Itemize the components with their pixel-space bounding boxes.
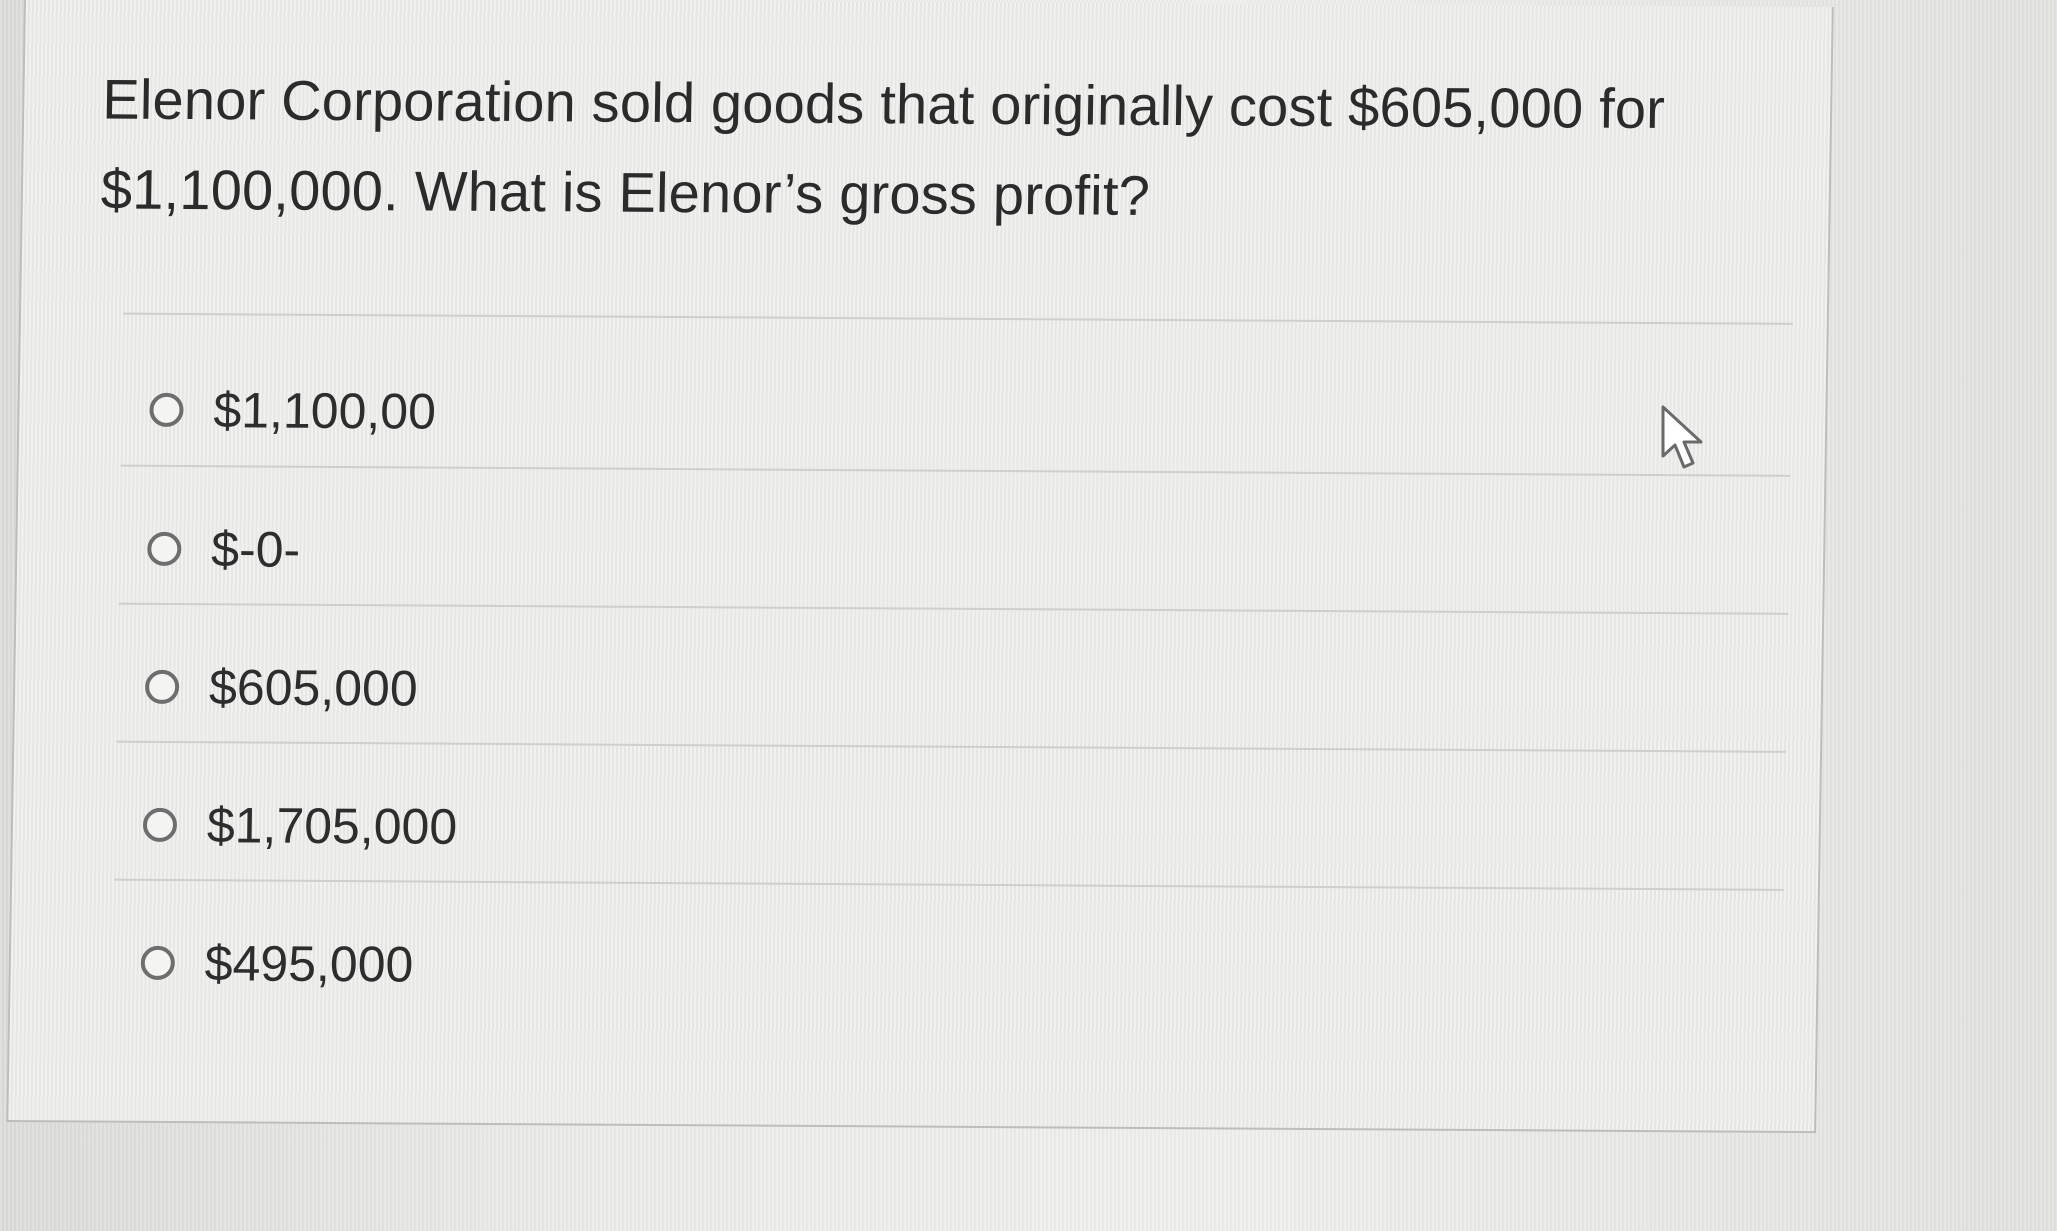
divider (114, 878, 1784, 891)
radio-button[interactable] (147, 531, 182, 567)
answer-option-2[interactable]: $-0- (147, 514, 301, 585)
question-card: Elenor Corporation sold goods that origi… (6, 0, 1834, 1134)
divider (116, 740, 1787, 753)
option-label: $1,100,00 (213, 382, 437, 440)
radio-button[interactable] (149, 392, 184, 428)
answer-option-3[interactable]: $605,000 (144, 652, 419, 724)
answer-option-1[interactable]: $1,100,00 (149, 375, 437, 447)
divider (122, 312, 1793, 325)
answer-option-5[interactable]: $495,000 (140, 928, 414, 1000)
option-label: $-0- (210, 521, 301, 578)
option-label: $1,705,000 (206, 797, 458, 855)
radio-button[interactable] (142, 807, 178, 843)
radio-button[interactable] (144, 669, 180, 705)
divider (118, 602, 1789, 615)
divider (120, 464, 1791, 477)
answer-option-4[interactable]: $1,705,000 (142, 790, 458, 862)
question-text: Elenor Corporation sold goods that origi… (100, 67, 1666, 227)
mouse-pointer-icon (1661, 405, 1703, 469)
option-label: $605,000 (208, 659, 419, 717)
option-label: $495,000 (204, 935, 414, 993)
radio-button[interactable] (140, 945, 176, 981)
